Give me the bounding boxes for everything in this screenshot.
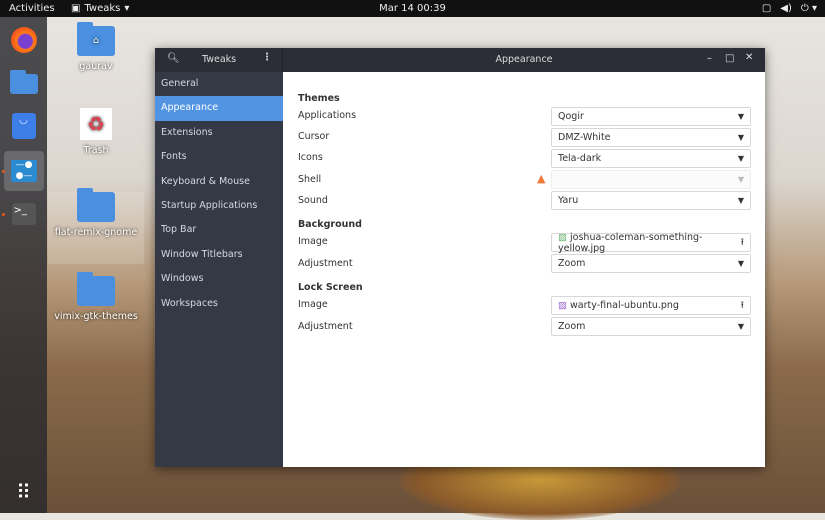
tweaks-window: 🔍︎ Tweaks ⋮ Appearance – □ ✕ General App…: [155, 48, 765, 467]
file-name: warty-final-ubuntu.png: [570, 300, 679, 311]
screen-icon: ▢: [761, 3, 772, 14]
dropdown-value: Tela-dark: [558, 153, 602, 164]
sidebar-item-keyboard-mouse[interactable]: Keyboard & Mouse: [155, 170, 283, 194]
dropdown-value: Qogir: [558, 111, 584, 122]
chevron-down-icon: ▼: [737, 154, 744, 163]
tweaks-dock-icon[interactable]: —● ●—: [4, 151, 44, 191]
sidebar-item-window-titlebars[interactable]: Window Titlebars: [155, 243, 283, 267]
files-icon[interactable]: [7, 67, 40, 100]
icons-dropdown[interactable]: Tela-dark ▼: [551, 149, 751, 168]
label-applications: Applications: [298, 110, 357, 121]
lock-adjustment-dropdown[interactable]: Zoom ▼: [551, 317, 751, 336]
section-background: Background: [298, 219, 362, 230]
label-sound: Sound: [298, 195, 328, 206]
sidebar-item-extensions[interactable]: Extensions: [155, 121, 283, 145]
warning-icon: ▲: [537, 172, 546, 185]
desktop-icon-home[interactable]: ⌂ gaurav: [48, 22, 144, 72]
power-icon: ⏻ ▾: [800, 3, 817, 14]
applications-dropdown[interactable]: Qogir ▼: [551, 107, 751, 126]
search-icon[interactable]: 🔍︎: [167, 53, 180, 64]
menu-icon[interactable]: ⋮: [262, 52, 272, 63]
sidebar-item-general[interactable]: General: [155, 72, 283, 96]
folder-icon: [77, 188, 115, 222]
chevron-down-icon: ▼: [737, 175, 744, 184]
window-title: Appearance: [495, 54, 553, 65]
chevron-down-icon: ▼: [737, 196, 744, 205]
upload-icon: ⭱: [740, 299, 744, 311]
chevron-down-icon: ▼: [737, 133, 744, 142]
appearance-panel: Themes Applications Qogir ▼ Cursor DMZ-Wh…: [283, 72, 765, 467]
sidebar-item-windows[interactable]: Windows: [155, 267, 283, 291]
image-file-icon: ▨: [558, 231, 567, 243]
chevron-down-icon: ▼: [737, 322, 744, 331]
desktop-icon-label: Trash: [83, 145, 109, 156]
sidebar-item-appearance[interactable]: Appearance: [155, 96, 283, 121]
terminal-icon[interactable]: >_: [7, 197, 40, 230]
desktop-icon-flat-remix[interactable]: flat-remix-gnome: [48, 188, 144, 264]
clock[interactable]: Mar 14 00:39: [0, 3, 825, 14]
top-bar: Activities ▣ Tweaks ▾ Mar 14 00:39 ▢ ◀) ⏻ ▾: [0, 0, 825, 17]
label-lock-adjustment: Adjustment: [298, 321, 353, 332]
shell-dropdown: ▼: [551, 170, 751, 189]
lock-image-chooser[interactable]: ▨ warty-final-ubuntu.png ⭱: [551, 296, 751, 315]
software-icon[interactable]: ◡: [7, 109, 40, 142]
sidebar-title: Tweaks: [202, 54, 237, 65]
system-tray[interactable]: ▢ ◀) ⏻ ▾: [762, 3, 817, 14]
label-icons: Icons: [298, 152, 323, 163]
home-folder-icon: ⌂: [77, 22, 115, 56]
cursor-dropdown[interactable]: DMZ-White ▼: [551, 128, 751, 147]
label-shell: Shell: [298, 174, 322, 185]
sound-dropdown[interactable]: Yaru ▼: [551, 191, 751, 210]
desktop-icon-label: flat-remix-gnome: [54, 227, 138, 238]
sidebar-item-startup-applications[interactable]: Startup Applications: [155, 194, 283, 218]
desktop-icon-trash[interactable]: ♻ Trash: [48, 108, 144, 156]
minimize-icon[interactable]: –: [707, 53, 712, 64]
upload-icon: ⭱: [740, 236, 744, 248]
section-lock-screen: Lock Screen: [298, 282, 363, 293]
desktop-icon-label: gaurav: [79, 61, 113, 72]
chevron-down-icon: ▼: [737, 259, 744, 268]
label-cursor: Cursor: [298, 131, 330, 142]
sidebar-item-workspaces[interactable]: Workspaces: [155, 292, 283, 316]
close-icon[interactable]: ✕: [745, 52, 753, 63]
sidebar-item-fonts[interactable]: Fonts: [155, 145, 283, 169]
label-bg-adjustment: Adjustment: [298, 258, 353, 269]
label-lock-image: Image: [298, 299, 328, 310]
file-name: joshua-coleman-something-yellow.jpg: [558, 231, 703, 254]
dock: ◡ —● ●— >_ ⠿: [0, 17, 47, 513]
folder-icon: [77, 272, 115, 306]
desktop-icon-label: vimix-gtk-themes: [54, 311, 138, 322]
running-indicator: [2, 170, 5, 173]
dropdown-value: Yaru: [558, 195, 579, 206]
dropdown-value: DMZ-White: [558, 132, 611, 143]
desktop-icon-vimix[interactable]: vimix-gtk-themes: [48, 272, 144, 322]
dropdown-value: Zoom: [558, 258, 586, 269]
firefox-icon[interactable]: [7, 23, 40, 56]
trash-icon: ♻: [80, 108, 112, 140]
maximize-icon[interactable]: □: [725, 53, 734, 64]
sidebar-item-top-bar[interactable]: Top Bar: [155, 218, 283, 242]
show-apps-icon[interactable]: ⠿: [7, 475, 40, 508]
label-bg-image: Image: [298, 236, 328, 247]
background-adjustment-dropdown[interactable]: Zoom ▼: [551, 254, 751, 273]
running-indicator: [2, 213, 5, 216]
volume-icon: ◀): [780, 3, 792, 14]
dropdown-value: Zoom: [558, 321, 586, 332]
chevron-down-icon: ▼: [737, 112, 744, 121]
section-themes: Themes: [298, 93, 340, 104]
image-file-icon: ▨: [558, 300, 567, 311]
background-image-chooser[interactable]: ▨ joshua-coleman-something-yellow.jpg ⭱: [551, 231, 751, 254]
header-bar: 🔍︎ Tweaks ⋮ Appearance – □ ✕: [155, 48, 765, 72]
sidebar: General Appearance Extensions Fonts Keyb…: [155, 72, 283, 467]
